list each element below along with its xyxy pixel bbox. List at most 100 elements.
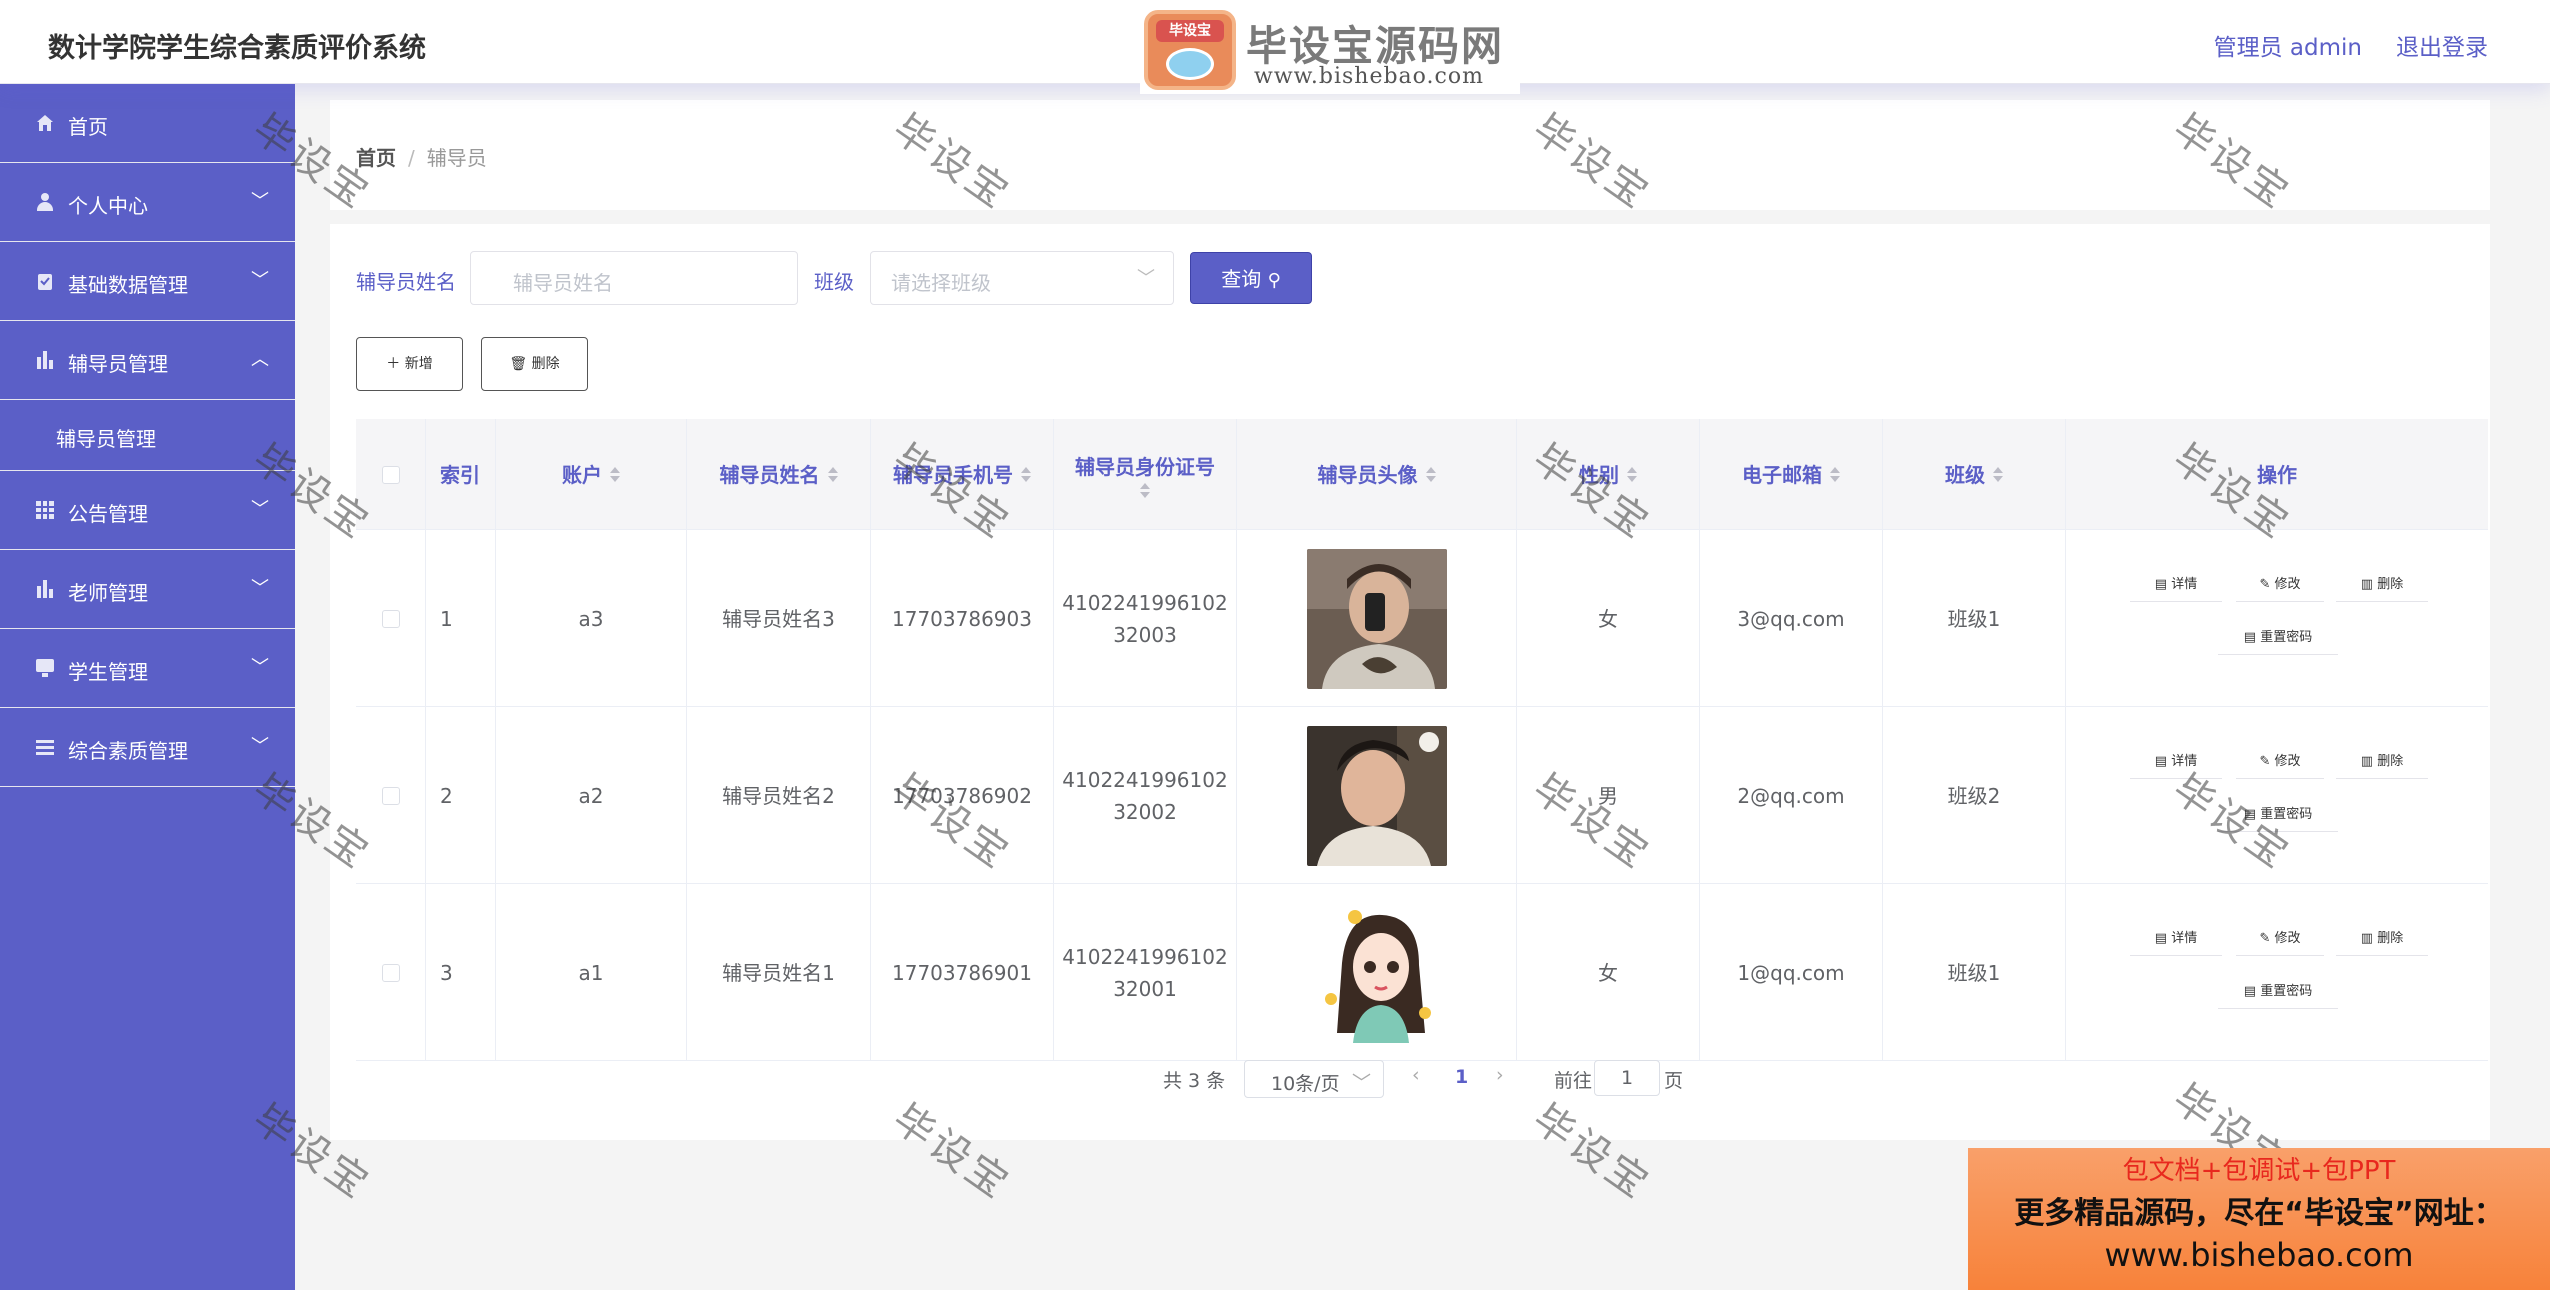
cell-index: 3 <box>426 884 496 1061</box>
avatar[interactable] <box>1306 725 1447 866</box>
col-class[interactable]: 班级 <box>1883 419 2066 530</box>
sidebar-subitem-counselor-management[interactable]: 辅导员管理 <box>0 400 295 471</box>
reset-password-label: 重置密码 <box>2260 984 2313 999</box>
breadcrumb-container: 首页 / 辅导员 <box>330 100 2490 210</box>
edit-button[interactable]: ✎ 修改 <box>2236 745 2324 779</box>
counselor-name-input[interactable]: 辅导员姓名 <box>470 251 798 305</box>
cell-gender: 女 <box>1517 530 1700 707</box>
breadcrumb-home[interactable]: 首页 <box>356 146 396 170</box>
sort-icon[interactable] <box>1425 466 1436 483</box>
avatar[interactable] <box>1306 902 1447 1043</box>
avatar[interactable] <box>1306 548 1447 689</box>
chevron-down-icon: ﹀ <box>251 499 269 520</box>
goto-page-input[interactable]: 1 <box>1594 1060 1660 1096</box>
sort-icon[interactable] <box>1993 466 2003 483</box>
next-page-icon[interactable]: › <box>1496 1064 1504 1086</box>
delete-button[interactable]: 🗑 删除 <box>481 337 588 391</box>
delete-button-label: 删除 <box>531 356 560 372</box>
col-email[interactable]: 电子邮箱 <box>1700 419 1883 530</box>
query-button-label: 查询 <box>1221 267 1262 291</box>
add-button-label: 新增 <box>404 356 433 372</box>
detail-label: 详情 <box>2171 754 2198 769</box>
col-phone[interactable]: 辅导员手机号 <box>871 419 1054 530</box>
col-avatar[interactable]: 辅导员头像 <box>1237 419 1517 530</box>
id-card-line-1: 4102241996102 <box>1062 944 1228 969</box>
reset-password-button[interactable]: ▤ 重置密码 <box>2218 621 2338 655</box>
sort-icon[interactable] <box>1021 466 1031 483</box>
col-index-label: 索引 <box>440 462 480 487</box>
pagination: 共 3 条 10条/页 ﹀ ‹ 1 › 前往 1 页 <box>330 1060 2490 1100</box>
current-user[interactable]: 管理员 admin <box>2214 28 2362 62</box>
cell-avatar <box>1237 530 1517 707</box>
sort-icon[interactable] <box>1140 482 1150 499</box>
counselor-name-label: 辅导员姓名 <box>356 270 456 294</box>
select-all-checkbox[interactable] <box>381 465 400 484</box>
sort-icon[interactable] <box>827 466 838 483</box>
cell-class: 班级2 <box>1883 707 2066 884</box>
ad-line-3: www.bishebao.com <box>2104 1236 2414 1274</box>
edit-button[interactable]: ✎ 修改 <box>2236 922 2324 956</box>
sidebar-item-basic-data[interactable]: 基础数据管理 ﹀ <box>0 242 295 321</box>
sidebar-item-students[interactable]: 学生管理 ﹀ <box>0 629 295 708</box>
class-select[interactable]: 请选择班级 ﹀ <box>870 251 1174 305</box>
row-checkbox[interactable] <box>381 786 400 805</box>
sidebar-item-teachers[interactable]: 老师管理 ﹀ <box>0 550 295 629</box>
cell-avatar <box>1237 707 1517 884</box>
cell-phone: 17703786902 <box>871 707 1054 884</box>
add-button[interactable]: ＋ 新增 <box>356 337 463 391</box>
row-checkbox[interactable] <box>381 963 400 982</box>
app-title: 数计学院学生综合素质评价系统 <box>48 33 426 64</box>
row-checkbox[interactable] <box>381 609 400 628</box>
user-icon <box>36 193 54 211</box>
row-delete-button[interactable]: ▥ 删除 <box>2336 745 2428 779</box>
sort-icon[interactable] <box>610 466 620 483</box>
col-avatar-label: 辅导员头像 <box>1317 462 1418 487</box>
col-id-card[interactable]: 辅导员身份证号 <box>1054 419 1237 530</box>
reset-password-button[interactable]: ▤ 重置密码 <box>2218 975 2338 1009</box>
query-button[interactable]: 查询 ⚲ <box>1190 252 1312 304</box>
detail-button[interactable]: ▤ 详情 <box>2130 568 2222 602</box>
sidebar-item-label: 辅导员管理 <box>68 352 168 376</box>
sort-icon[interactable] <box>1627 466 1637 483</box>
col-name[interactable]: 辅导员姓名 <box>687 419 871 530</box>
page-number-current[interactable]: 1 <box>1455 1066 1468 1088</box>
detail-label: 详情 <box>2171 931 2198 946</box>
row-delete-button[interactable]: ▥ 删除 <box>2336 568 2428 602</box>
sidebar-item-counselor-management[interactable]: 辅导员管理 ︿ <box>0 321 295 400</box>
col-actions-label: 操作 <box>2257 462 2297 487</box>
sidebar-item-announcements[interactable]: 公告管理 ﹀ <box>0 471 295 550</box>
chevron-down-icon: ﹀ <box>251 270 269 291</box>
pencil-icon: ✎ <box>2259 931 2275 946</box>
document-icon: ▤ <box>2243 630 2261 645</box>
pencil-icon: ✎ <box>2259 577 2275 592</box>
detail-button[interactable]: ▤ 详情 <box>2130 745 2222 779</box>
ad-banner[interactable]: 包文档+包调试+包PPT 更多精品源码，尽在“毕设宝”网址： www.bishe… <box>1968 1148 2550 1290</box>
edit-button[interactable]: ✎ 修改 <box>2236 568 2324 602</box>
row-actions: ▤ 详情 ✎ 修改 ▥ 删除 ▤ 重置密码 <box>2066 530 2488 707</box>
col-gender[interactable]: 性别 <box>1517 419 1700 530</box>
cell-email: 3@qq.com <box>1700 530 1883 707</box>
col-account[interactable]: 账户 <box>496 419 687 530</box>
bar-chart-icon <box>36 580 54 598</box>
reset-password-button[interactable]: ▤ 重置密码 <box>2218 798 2338 832</box>
cell-actions: ▤ 详情 ✎ 修改 ▥ 删除 ▤ 重置密码 <box>2066 884 2488 1061</box>
prev-page-icon[interactable]: ‹ <box>1412 1064 1420 1086</box>
detail-button[interactable]: ▤ 详情 <box>2130 922 2222 956</box>
sort-icon[interactable] <box>1830 466 1840 483</box>
chevron-down-icon: ﹀ <box>251 578 269 599</box>
col-gender-label: 性别 <box>1579 462 1619 487</box>
row-delete-button[interactable]: ▥ 删除 <box>2336 922 2428 956</box>
logo-face-icon <box>1166 48 1214 80</box>
cell-index: 2 <box>426 707 496 884</box>
logout-link[interactable]: 退出登录 <box>2396 28 2488 62</box>
page-size-select[interactable]: 10条/页 ﹀ <box>1244 1060 1384 1098</box>
plus-icon: ＋ <box>386 356 405 372</box>
table-row: 1 a3 辅导员姓名3 17703786903 4102241996102 320… <box>356 530 2488 707</box>
cell-email: 2@qq.com <box>1700 707 1883 884</box>
sidebar-item-quality[interactable]: 综合素质管理 ﹀ <box>0 708 295 787</box>
id-card-line-2: 32001 <box>1113 976 1177 1001</box>
sidebar-item-personal-center[interactable]: 个人中心 ﹀ <box>0 163 295 242</box>
row-delete-label: 删除 <box>2377 577 2404 592</box>
sidebar-item-home[interactable]: 首页 <box>0 84 295 163</box>
pagination-total: 共 3 条 <box>1163 1070 1226 1092</box>
